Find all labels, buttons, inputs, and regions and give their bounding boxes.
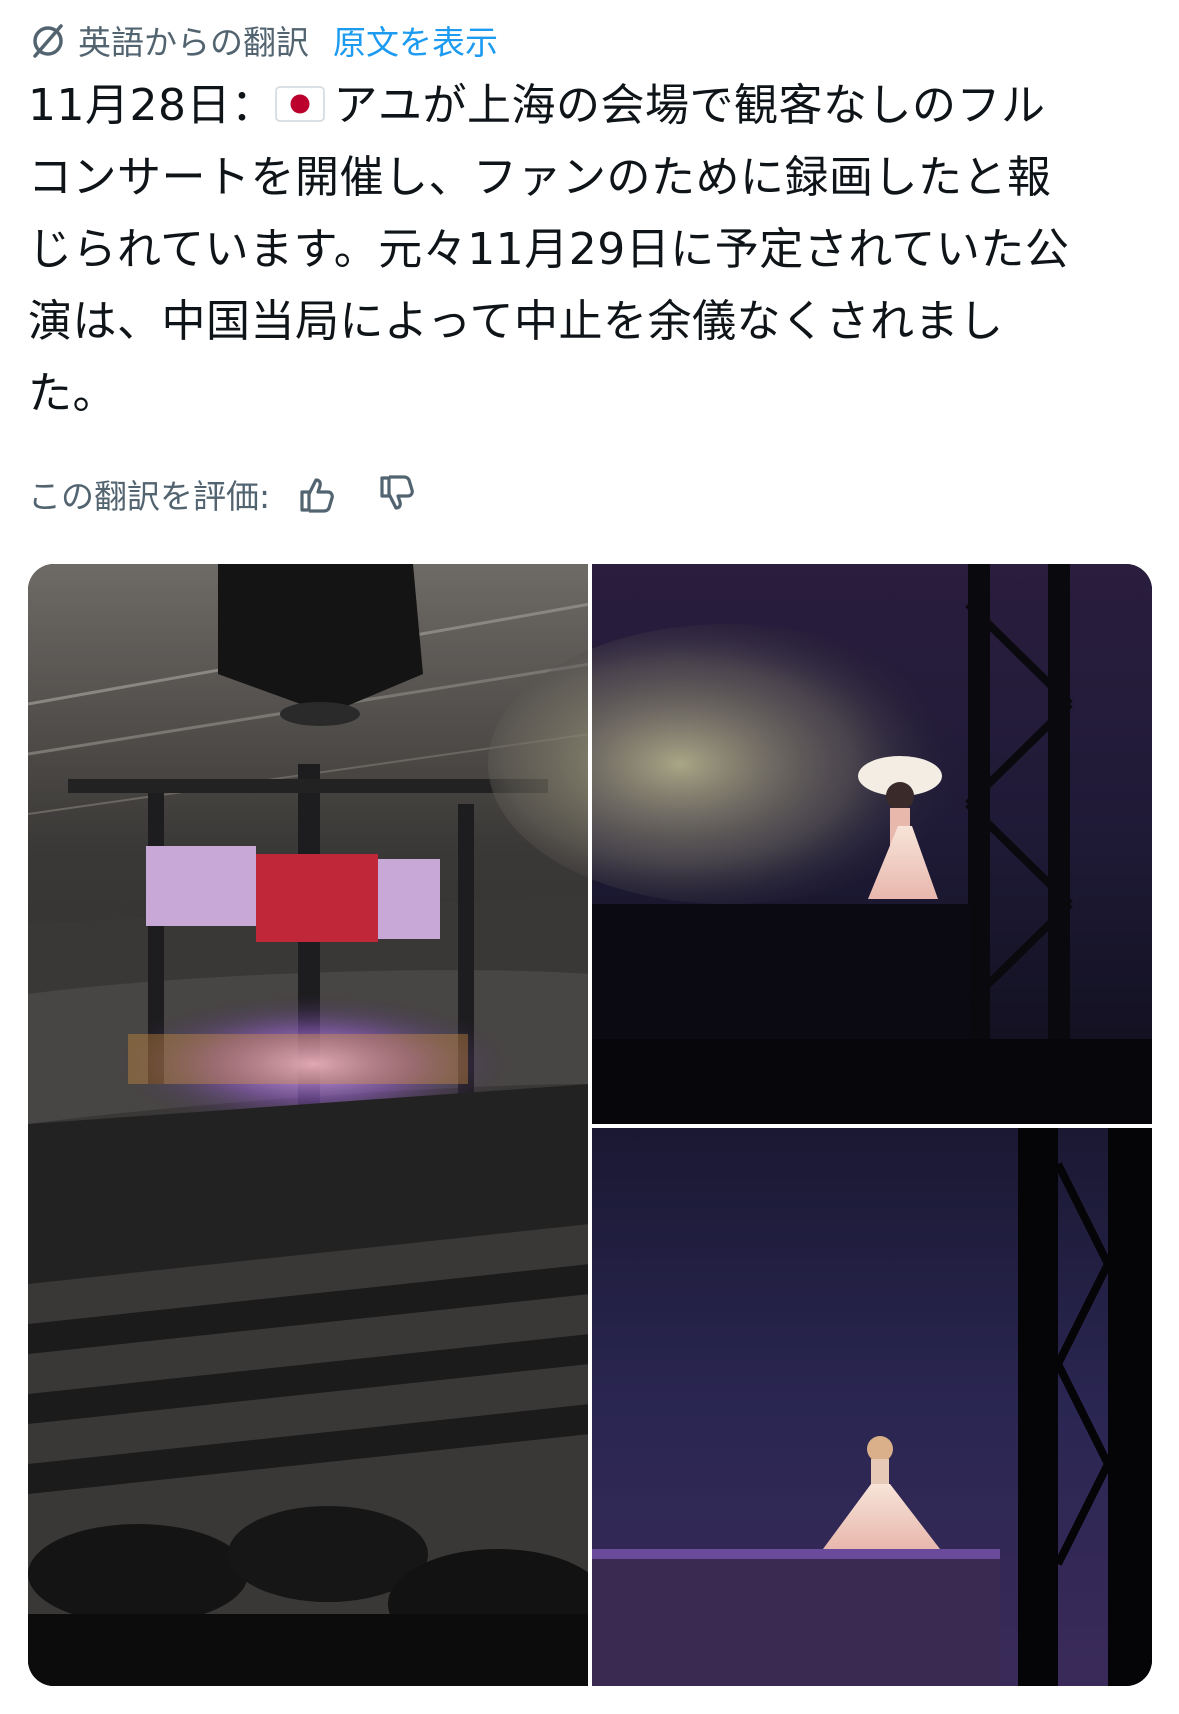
media-grid[interactable] xyxy=(28,564,1152,1686)
rate-translation-label: この翻訳を評価: xyxy=(28,477,271,516)
thumbs-up-button[interactable] xyxy=(290,468,342,520)
post-body: 11月28日： アユが上海の会場で観客なしのフル コンサートを開催し、ファンのため… xyxy=(28,70,1148,430)
post-line-1: 11月28日： アユが上海の会場で観客なしのフル xyxy=(28,70,1148,142)
post-line-4: 演は、中国当局によって中止を余儀なくされまし xyxy=(28,296,1004,347)
post-line-1-text: 11月28日： xyxy=(28,80,276,131)
thumbs-up-icon xyxy=(300,478,334,513)
rate-translation-bar: この翻訳を評価: xyxy=(28,466,422,522)
translation-bar: 英語からの翻訳 原文を表示 xyxy=(28,16,498,64)
thumbs-down-button[interactable] xyxy=(370,468,422,520)
translate-icon xyxy=(28,20,68,60)
performer-photo-bottom[interactable] xyxy=(590,1126,1152,1686)
post-line-3: じられています。元々11月29日に予定されていた公 xyxy=(28,224,1070,275)
post-line-5: た。 xyxy=(28,368,117,419)
thumbs-down-icon xyxy=(380,475,414,510)
japan-flag-icon xyxy=(275,72,326,122)
translation-source-label: 英語からの翻訳 xyxy=(78,23,309,62)
post-line-1b-text: アユが上海の会場で観客なしのフル xyxy=(333,80,1046,131)
post-line-2: コンサートを開催し、ファンのために録画したと報 xyxy=(28,152,1052,203)
show-original-link[interactable]: 原文を表示 xyxy=(333,16,498,64)
